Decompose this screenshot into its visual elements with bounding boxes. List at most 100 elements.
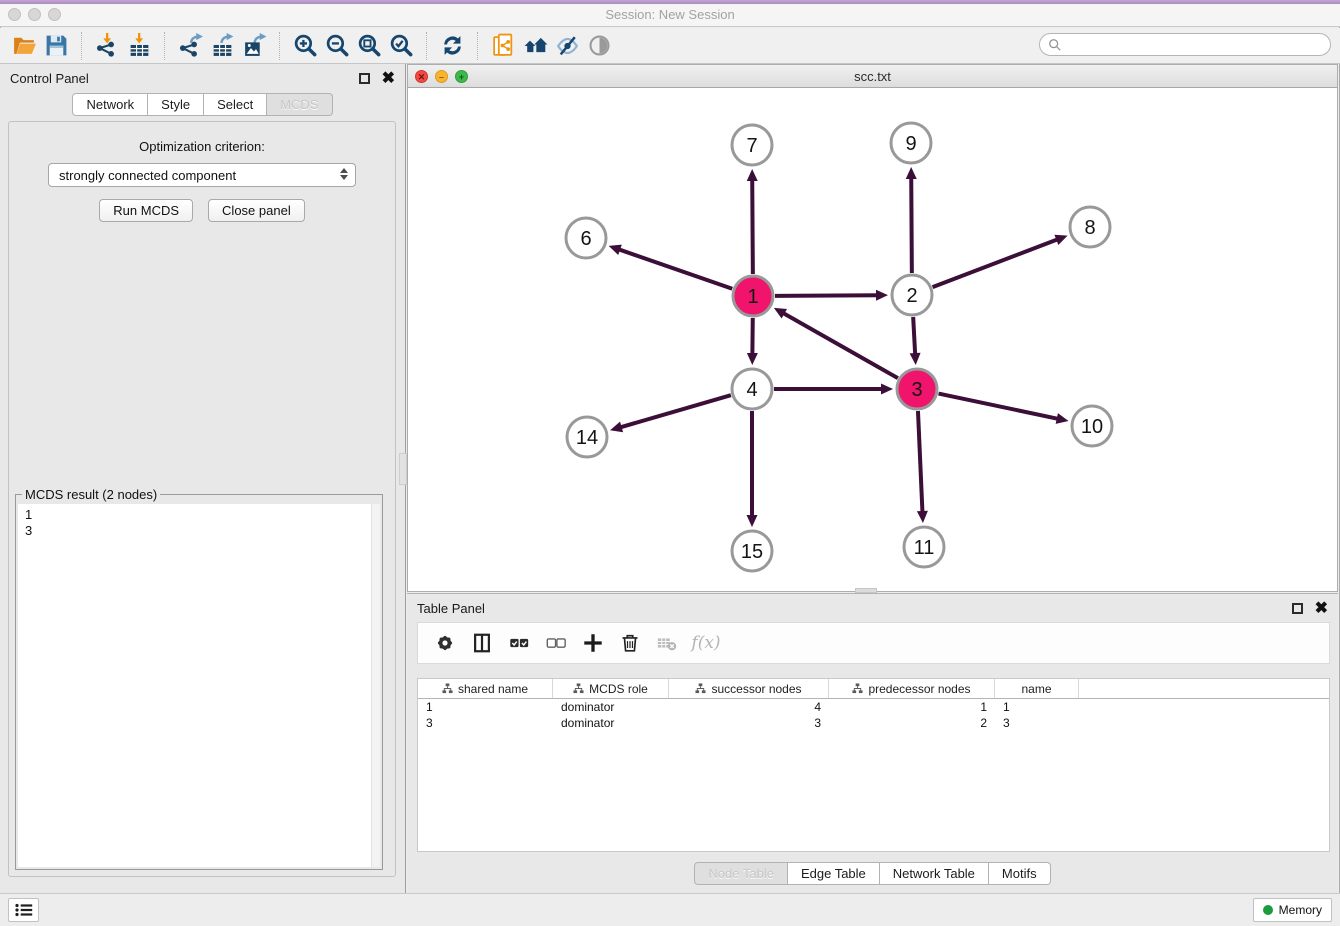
table-tab-motifs[interactable]: Motifs bbox=[989, 862, 1051, 885]
table-row[interactable]: 1dominator411 bbox=[418, 699, 1329, 715]
table-panel-header: Table Panel ✖ bbox=[407, 594, 1338, 622]
zoom-fit-button[interactable] bbox=[353, 30, 385, 62]
table-toolbar: f(x) bbox=[417, 622, 1330, 664]
graph-edge-2-8[interactable] bbox=[933, 239, 1060, 287]
import-table-button[interactable] bbox=[123, 30, 155, 62]
tab-select[interactable]: Select bbox=[204, 93, 267, 116]
close-panel-button[interactable]: Close panel bbox=[208, 199, 305, 222]
select-all-button[interactable] bbox=[504, 627, 534, 659]
delete-columns-button[interactable] bbox=[615, 627, 645, 659]
float-panel-icon[interactable] bbox=[359, 73, 370, 84]
open-session-button[interactable] bbox=[8, 30, 40, 62]
graph-edge-arrowhead bbox=[876, 290, 888, 301]
graph-edge-1-6[interactable] bbox=[617, 249, 732, 289]
delete-table-button[interactable] bbox=[652, 627, 682, 659]
result-scrollbar[interactable] bbox=[371, 504, 380, 867]
function-builder-button[interactable]: f(x) bbox=[689, 627, 719, 659]
graph-edge-2-9[interactable] bbox=[911, 176, 912, 273]
export-table-button[interactable] bbox=[206, 30, 238, 62]
node-table-body: 1dominator4113dominator323 bbox=[418, 699, 1329, 731]
column-header-mcds-role[interactable]: MCDS role bbox=[553, 679, 669, 698]
tab-network[interactable]: Network bbox=[72, 93, 148, 116]
toolbar-separator bbox=[477, 32, 478, 60]
graph-edge-3-1[interactable] bbox=[782, 312, 898, 378]
hide-selected-button[interactable] bbox=[551, 30, 583, 62]
table-panel-title: Table Panel bbox=[417, 601, 1292, 616]
columns-icon bbox=[471, 632, 493, 654]
deselect-all-button[interactable] bbox=[541, 627, 571, 659]
graph-edge-3-11[interactable] bbox=[918, 411, 923, 514]
panel-splitter-vertical[interactable] bbox=[399, 453, 407, 485]
network-view-window: ✕ – + scc.txt 7968124314101511 bbox=[407, 64, 1338, 592]
graph-edge-3-10[interactable] bbox=[939, 394, 1060, 420]
network-canvas[interactable]: 7968124314101511 bbox=[408, 88, 1337, 591]
panel-splitter-horizontal[interactable] bbox=[855, 588, 877, 593]
graph-node-label: 8 bbox=[1084, 217, 1095, 239]
memory-button[interactable]: Memory bbox=[1253, 898, 1332, 922]
clone-network-button[interactable] bbox=[487, 30, 519, 62]
graph-edge-1-2[interactable] bbox=[775, 295, 879, 296]
tab-style[interactable]: Style bbox=[148, 93, 204, 116]
mcds-result-text[interactable]: 13 bbox=[18, 504, 380, 867]
graph-edge-arrowhead bbox=[1054, 235, 1067, 245]
table-tab-network-table[interactable]: Network Table bbox=[880, 862, 989, 885]
result-line: 3 bbox=[25, 523, 380, 539]
run-mcds-button[interactable]: Run MCDS bbox=[99, 199, 193, 222]
export-table-icon bbox=[210, 33, 235, 58]
graph-node-label: 14 bbox=[576, 427, 598, 449]
apply-layout-button[interactable] bbox=[436, 30, 468, 62]
add-column-button[interactable] bbox=[578, 627, 608, 659]
network-home-button[interactable] bbox=[519, 30, 551, 62]
zoom-fit-icon bbox=[357, 33, 382, 58]
column-header-predecessor-nodes[interactable]: predecessor nodes bbox=[829, 679, 995, 698]
maximize-network-icon[interactable]: + bbox=[455, 70, 468, 83]
import-network-button[interactable] bbox=[91, 30, 123, 62]
tab-mcds[interactable]: MCDS bbox=[267, 93, 332, 116]
export-image-button[interactable] bbox=[238, 30, 270, 62]
graph-edge-2-3[interactable] bbox=[913, 317, 915, 356]
export-image-icon bbox=[242, 33, 267, 58]
float-table-panel-icon[interactable] bbox=[1292, 603, 1303, 614]
graph-node-label: 4 bbox=[746, 379, 757, 401]
zoom-selected-button[interactable] bbox=[385, 30, 417, 62]
table-mode-button[interactable] bbox=[430, 627, 460, 659]
criterion-dropdown[interactable]: strongly connected component bbox=[48, 163, 356, 187]
column-header-successor-nodes[interactable]: successor nodes bbox=[669, 679, 829, 698]
show-hidden-button[interactable] bbox=[583, 30, 615, 62]
table-cell: 1 bbox=[995, 700, 1079, 714]
column-label: successor nodes bbox=[711, 682, 801, 696]
task-history-button[interactable] bbox=[8, 898, 39, 922]
list-icon bbox=[15, 903, 33, 917]
save-disk-icon bbox=[44, 33, 69, 58]
graph-edge-1-7[interactable] bbox=[752, 178, 753, 274]
memory-label: Memory bbox=[1279, 903, 1322, 917]
table-row[interactable]: 3dominator323 bbox=[418, 715, 1329, 731]
search-input[interactable] bbox=[1067, 36, 1322, 54]
mcds-result-group: MCDS result (2 nodes) 13 bbox=[15, 494, 383, 870]
export-network-icon bbox=[178, 33, 203, 58]
table-cell: 3 bbox=[995, 716, 1079, 730]
open-folder-icon bbox=[12, 33, 37, 58]
network-window-title: scc.txt bbox=[854, 69, 891, 84]
column-header-name[interactable]: name bbox=[995, 679, 1079, 698]
column-tree-icon bbox=[695, 683, 706, 694]
zoom-out-button[interactable] bbox=[321, 30, 353, 62]
close-table-panel-icon[interactable]: ✖ bbox=[1315, 603, 1328, 614]
control-panel-tabs: NetworkStyleSelectMCDS bbox=[0, 93, 405, 116]
zoom-in-button[interactable] bbox=[289, 30, 321, 62]
graph-edge-4-14[interactable] bbox=[619, 395, 731, 428]
minimize-network-icon[interactable]: – bbox=[435, 70, 448, 83]
show-columns-button[interactable] bbox=[467, 627, 497, 659]
network-window-controls: ✕ – + bbox=[415, 70, 468, 83]
column-tree-icon bbox=[852, 683, 863, 694]
close-panel-icon[interactable]: ✖ bbox=[382, 73, 395, 84]
table-tab-node-table[interactable]: Node Table bbox=[694, 862, 788, 885]
column-header-shared-name[interactable]: shared name bbox=[418, 679, 553, 698]
close-network-icon[interactable]: ✕ bbox=[415, 70, 428, 83]
toolbar-separator bbox=[426, 32, 427, 60]
save-session-button[interactable] bbox=[40, 30, 72, 62]
table-tab-edge-table[interactable]: Edge Table bbox=[788, 862, 880, 885]
graph-node-label: 3 bbox=[911, 379, 922, 401]
optimization-criterion-label: Optimization criterion: bbox=[9, 139, 395, 154]
export-network-button[interactable] bbox=[174, 30, 206, 62]
